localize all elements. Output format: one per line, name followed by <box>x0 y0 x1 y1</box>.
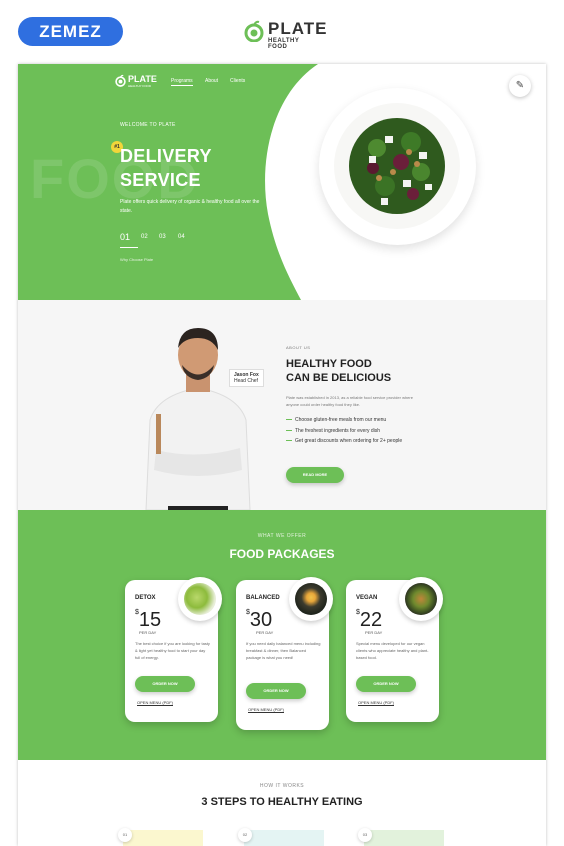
order-now-button[interactable]: ORDER NOW <box>356 676 416 692</box>
brand-tagline: HEALTHY FOOD <box>268 38 300 50</box>
steps-title: 3 STEPS TO HEALTHY EATING <box>201 796 363 808</box>
package-description: Special menu developed for our vegan cli… <box>356 641 429 660</box>
about-eyebrow: ABOUT US <box>286 345 311 350</box>
slide-progress-bar <box>120 247 138 248</box>
detox-drink-image <box>178 577 222 621</box>
slide-dot-03[interactable]: 03 <box>159 234 166 240</box>
step-number: 03 <box>358 828 372 842</box>
hero-title-line2: SERVICE <box>120 170 201 190</box>
food-packages-section: WHAT WE OFFER FOOD PACKAGES DETOX $15 PE… <box>18 510 546 760</box>
step-number: 02 <box>238 828 252 842</box>
package-per-day: PER DAY <box>256 630 274 635</box>
package-name: DETOX <box>135 595 156 601</box>
salad-bowl-image <box>334 103 460 229</box>
template-preview: FOOD PLATE HEALTHY FOOD Programs About C… <box>18 64 546 846</box>
how-it-works-section: HOW IT WORKS 3 STEPS TO HEALTHY EATING 0… <box>18 760 546 846</box>
package-per-day: PER DAY <box>365 630 383 635</box>
dash-icon <box>286 419 292 421</box>
hero-text: Plate offers quick delivery of organic &… <box>120 199 260 214</box>
about-title-line1: HEALTHY FOOD <box>286 358 372 370</box>
about-text: Plate was established in 2013, as a reli… <box>286 395 413 407</box>
open-menu-link[interactable]: OPEN MENU (PDF) <box>137 700 173 706</box>
top-bar: ZEMEZ PLATE HEALTHY FOOD <box>0 0 564 64</box>
open-menu-link[interactable]: OPEN MENU (PDF) <box>248 707 284 713</box>
chef-photo <box>145 328 251 510</box>
vegan-bowl-image <box>399 577 443 621</box>
slide-dot-04[interactable]: 04 <box>178 234 185 240</box>
balanced-meal-image <box>289 577 333 621</box>
package-price: $15 <box>135 609 162 631</box>
about-title-line2: CAN BE DELICIOUS <box>286 372 392 384</box>
edit-pencil-icon[interactable]: ✎ <box>509 75 531 97</box>
slide-dot-02[interactable]: 02 <box>141 234 148 240</box>
package-name: BALANCED <box>246 595 280 601</box>
hero-eyebrow: WELCOME TO PLATE <box>120 122 176 128</box>
packages-eyebrow: WHAT WE OFFER <box>257 533 307 539</box>
open-menu-link[interactable]: OPEN MENU (PDF) <box>358 700 394 706</box>
why-choose-link[interactable]: Why Choose Plate <box>120 257 153 262</box>
dash-icon <box>286 440 292 442</box>
step-card-3 <box>364 830 444 846</box>
nav-item-clients[interactable]: Clients <box>230 78 245 84</box>
hero-title-line1: DELIVERY <box>120 146 212 166</box>
dash-icon <box>286 430 292 432</box>
package-description: The best choice if you are looking for t… <box>135 641 210 660</box>
package-price: $30 <box>246 609 273 631</box>
about-list-item: The freshest ingredients for every dish <box>286 427 380 435</box>
package-per-day: PER DAY <box>139 630 157 635</box>
steps-eyebrow: HOW IT WORKS <box>259 783 305 789</box>
nav-active-underline <box>171 85 193 86</box>
packages-title: FOOD PACKAGES <box>229 547 335 561</box>
package-description: If you need daily balanced menu includin… <box>246 641 321 660</box>
nav-logo-tagline: HEALTHY FOOD <box>128 84 152 88</box>
about-section: Jason Fox Head Chef ABOUT US HEALTHY FOO… <box>18 300 546 510</box>
hero-section: FOOD PLATE HEALTHY FOOD Programs About C… <box>18 64 546 300</box>
brand-name: PLATE <box>268 19 328 38</box>
about-list-item: Get great discounts when ordering for 2+… <box>286 437 411 445</box>
package-price: $22 <box>356 609 383 631</box>
order-now-button[interactable]: ORDER NOW <box>135 676 195 692</box>
slide-dot-01[interactable]: 01 <box>120 232 130 242</box>
plate-logo-icon <box>244 20 264 42</box>
package-card-vegan: VEGAN $22 PER DAY Special menu developed… <box>346 577 443 722</box>
chef-role: Head Chef <box>234 378 258 384</box>
nav-item-about[interactable]: About <box>205 78 218 84</box>
nav-item-programs[interactable]: Programs <box>171 78 193 84</box>
plate-logo-icon <box>115 74 126 87</box>
step-card-2 <box>244 830 324 846</box>
step-number: 01 <box>118 828 132 842</box>
package-name: VEGAN <box>356 595 378 601</box>
step-card-1 <box>123 830 203 846</box>
read-more-button[interactable]: READ MORE <box>286 467 344 483</box>
package-card-detox: DETOX $15 PER DAY The best choice if you… <box>125 577 222 722</box>
nav-logo-name: PLATE <box>128 74 157 84</box>
package-card-balanced: BALANCED $30 PER DAY If you need daily b… <box>236 577 333 730</box>
order-now-button[interactable]: ORDER NOW <box>246 683 306 699</box>
zemez-logo[interactable]: ZEMEZ <box>18 17 123 46</box>
chef-name-tag: Jason Fox Head Chef <box>229 369 264 387</box>
about-list-item: Choose gluten-free meals from our menu <box>286 416 386 424</box>
